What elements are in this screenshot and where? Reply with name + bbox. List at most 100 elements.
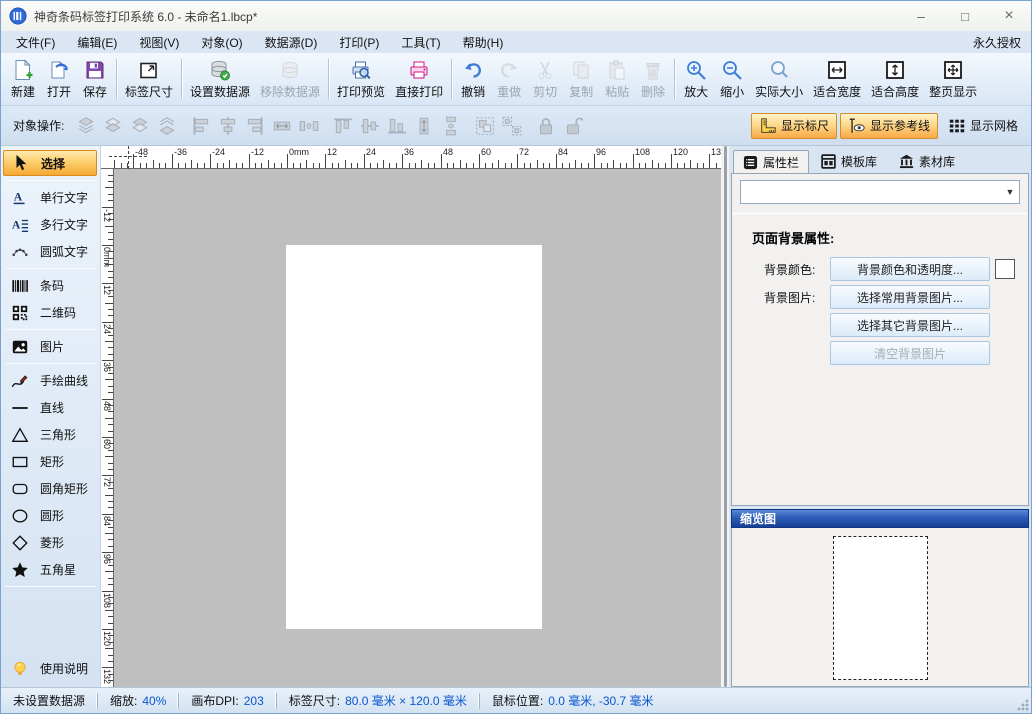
bg-color-label: 背景颜色: <box>764 261 830 278</box>
tool-select[interactable]: 选择 <box>3 150 97 176</box>
rounded-rectangle-icon <box>7 480 33 498</box>
menu-object[interactable]: 对象(O) <box>190 31 253 54</box>
open-button[interactable]: 打开 <box>41 54 77 104</box>
toolbox-separator <box>5 586 96 587</box>
choose-common-bg-button[interactable]: 选择常用背景图片... <box>830 285 990 309</box>
show-guides-toggle[interactable]: 显示参考线 <box>840 113 938 139</box>
thumbnail-title: 缩览图 <box>740 510 776 527</box>
tool-qr-code[interactable]: 二维码 <box>3 300 97 325</box>
print-preview-button[interactable]: 打印预览 <box>332 54 390 104</box>
tool-straight-line[interactable]: 直线 <box>3 395 97 420</box>
chevron-down-icon: ▼ <box>1001 187 1019 197</box>
toggle-label: 显示参考线 <box>870 117 930 134</box>
toolbar-separator <box>116 59 117 99</box>
tool-label: 三角形 <box>40 426 76 443</box>
toggle-label: 显示标尺 <box>781 117 829 134</box>
tool-star[interactable]: 五角星 <box>3 557 97 582</box>
align-bottom-button <box>383 112 410 139</box>
tab-label: 素材库 <box>919 153 955 170</box>
label-page[interactable] <box>286 245 542 629</box>
show-grid-toggle[interactable]: 显示网格 <box>941 113 1025 139</box>
tool-freehand-curve[interactable]: 手绘曲线 <box>3 368 97 393</box>
single-text-icon: A <box>7 189 33 207</box>
guide-eye-icon <box>848 117 866 135</box>
toolbar-label: 适合宽度 <box>813 83 861 100</box>
menu-file[interactable]: 文件(F) <box>5 31 66 54</box>
tool-single-line-text[interactable]: A 单行文字 <box>3 185 97 210</box>
thumbnail-page-preview[interactable] <box>833 536 928 680</box>
direct-print-button[interactable]: 直接打印 <box>390 54 448 104</box>
rectangle-icon <box>7 453 33 471</box>
show-ruler-toggle[interactable]: 显示标尺 <box>751 113 837 139</box>
tool-arc-text[interactable]: 圆弧文字 <box>3 239 97 264</box>
fit-height-button[interactable]: 适合高度 <box>866 54 924 104</box>
align-top-button <box>329 112 356 139</box>
save-floppy-icon <box>84 58 106 82</box>
object-toolbar: 对象操作: 显示标尺 显示参考线 <box>1 106 1031 146</box>
thumbnail-header: 缩览图 <box>731 509 1029 528</box>
open-file-icon <box>48 58 70 82</box>
menu-print[interactable]: 打印(P) <box>328 31 390 54</box>
minimize-button[interactable]: – <box>899 1 943 31</box>
toolbar-label: 撤销 <box>461 83 485 100</box>
status-bar: 未设置数据源 缩放:40% 画布DPI:203 标签尺寸:80.0 毫米 × 1… <box>1 687 1031 713</box>
star-icon <box>7 561 33 579</box>
tool-circle[interactable]: 圆形 <box>3 503 97 528</box>
help-button[interactable]: 使用说明 <box>3 656 97 681</box>
tab-properties[interactable]: 属性栏 <box>733 150 809 174</box>
zoom-out-icon <box>721 58 743 82</box>
maximize-button[interactable]: □ <box>943 1 987 31</box>
right-panel-tabs: 属性栏 模板库 素材库 <box>731 146 1029 173</box>
tool-label: 五角星 <box>40 561 76 578</box>
toolbox-separator <box>5 268 96 269</box>
bg-color-swatch[interactable] <box>995 259 1015 279</box>
toolbar-separator <box>181 59 182 99</box>
object-selector-dropdown[interactable]: ▼ <box>740 180 1020 204</box>
label-size-button[interactable]: 标签尺寸 <box>120 54 178 104</box>
fit-width-button[interactable]: 适合宽度 <box>808 54 866 104</box>
new-button[interactable]: 新建 <box>5 54 41 104</box>
menu-edit[interactable]: 编辑(E) <box>66 31 128 54</box>
thumbnail-area <box>731 528 1029 687</box>
menu-tools[interactable]: 工具(T) <box>390 31 451 54</box>
menu-view[interactable]: 视图(V) <box>128 31 190 54</box>
bg-color-button[interactable]: 背景颜色和透明度... <box>830 257 990 281</box>
tab-materials[interactable]: 素材库 <box>889 149 965 173</box>
tool-image[interactable]: 图片 <box>3 334 97 359</box>
tool-diamond[interactable]: 菱形 <box>3 530 97 555</box>
status-mouse-position: 鼠标位置:0.0 毫米, -30.7 毫米 <box>479 693 666 709</box>
cut-button: 剪切 <box>527 54 563 104</box>
actual-size-button[interactable]: 实际大小 <box>750 54 808 104</box>
choose-other-bg-button[interactable]: 选择其它背景图片... <box>830 313 990 337</box>
tool-rectangle[interactable]: 矩形 <box>3 449 97 474</box>
menu-help[interactable]: 帮助(H) <box>452 31 515 54</box>
ungroup-button <box>498 112 525 139</box>
tool-label: 使用说明 <box>40 660 88 677</box>
panel-splitter[interactable] <box>721 146 729 687</box>
menu-datasource[interactable]: 数据源(D) <box>254 31 329 54</box>
title-bar: 神奇条码标签打印系统 6.0 - 未命名1.lbcp* – □ × <box>1 1 1031 31</box>
save-button[interactable]: 保存 <box>77 54 113 104</box>
diamond-icon <box>7 534 33 552</box>
set-datasource-button[interactable]: 设置数据源 <box>185 54 255 104</box>
tool-triangle[interactable]: 三角形 <box>3 422 97 447</box>
zoom-out-button[interactable]: 缩小 <box>714 54 750 104</box>
tool-multi-line-text[interactable]: A 多行文字 <box>3 212 97 237</box>
actual-size-icon <box>768 58 790 82</box>
toolbar-label: 复制 <box>569 83 593 100</box>
tool-barcode[interactable]: 条码 <box>3 273 97 298</box>
bring-to-front-button <box>72 112 99 139</box>
unlock-button <box>559 112 586 139</box>
tool-rounded-rectangle[interactable]: 圆角矩形 <box>3 476 97 501</box>
close-button[interactable]: × <box>987 1 1031 31</box>
resize-grip[interactable] <box>1017 699 1029 711</box>
tab-templates[interactable]: 模板库 <box>811 149 887 173</box>
fit-page-button[interactable]: 整页显示 <box>924 54 982 104</box>
design-canvas[interactable] <box>114 169 721 687</box>
paste-button: 粘贴 <box>599 54 635 104</box>
undo-button[interactable]: 撤销 <box>455 54 491 104</box>
align-left-button <box>187 112 214 139</box>
zoom-in-button[interactable]: 放大 <box>678 54 714 104</box>
image-icon <box>7 338 33 356</box>
status-label-size: 标签尺寸:80.0 毫米 × 120.0 毫米 <box>276 693 479 709</box>
